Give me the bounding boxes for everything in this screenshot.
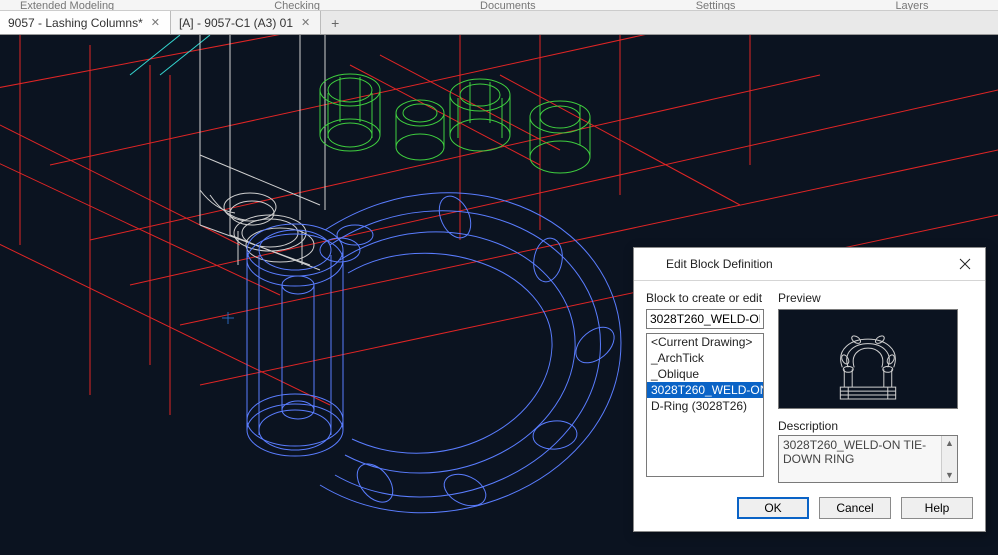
scrollbar[interactable]: ▲ ▼ [941,436,957,482]
tab-label: 9057 - Lashing Columns* [8,16,143,30]
ribbon-label: Documents [480,0,536,10]
document-tab-bar: 9057 - Lashing Columns* ✕ [A] - 9057-C1 … [0,10,998,35]
close-button[interactable] [953,254,977,274]
dialog-titlebar[interactable]: Edit Block Definition [634,248,985,281]
add-tab-button[interactable]: + [321,11,349,34]
preview-label: Preview [778,291,973,305]
document-tab[interactable]: 9057 - Lashing Columns* ✕ [0,11,171,34]
dialog-title: Edit Block Definition [666,257,945,271]
ok-button[interactable]: OK [737,497,809,519]
ribbon-label: Layers [895,0,928,10]
block-name-input[interactable] [646,309,764,329]
close-icon[interactable]: ✕ [149,16,162,29]
help-button[interactable]: Help [901,497,973,519]
ribbon-label: Checking [274,0,320,10]
ribbon-label: Extended Modeling [20,0,114,10]
description-field[interactable]: 3028T260_WELD-ON TIE-DOWN RING ▲ ▼ [778,435,958,483]
edit-block-definition-dialog: Edit Block Definition Block to create or… [633,247,986,532]
ribbon-section-labels: Extended Modeling Checking Documents Set… [0,0,998,10]
list-item[interactable]: D-Ring (3028T26) [647,398,763,414]
list-item[interactable]: _ArchTick [647,350,763,366]
cancel-button[interactable]: Cancel [819,497,891,519]
block-list[interactable]: <Current Drawing> _ArchTick _Oblique 302… [646,333,764,477]
plus-icon: + [331,15,339,31]
document-tab[interactable]: [A] - 9057-C1 (A3) 01 ✕ [171,11,321,34]
block-preview [778,309,958,409]
close-icon[interactable]: ✕ [299,16,312,29]
description-label: Description [778,419,973,433]
scroll-up-icon[interactable]: ▲ [942,436,957,450]
autocad-icon [642,256,658,272]
close-icon [959,258,971,270]
dialog-button-row: OK Cancel Help [634,487,985,531]
tab-label: [A] - 9057-C1 (A3) 01 [179,16,293,30]
scroll-down-icon[interactable]: ▼ [942,468,957,482]
ribbon-label: Settings [696,0,736,10]
block-to-edit-label: Block to create or edit [646,291,766,305]
description-text: 3028T260_WELD-ON TIE-DOWN RING [783,438,926,466]
list-item[interactable]: 3028T260_WELD-ON T [647,382,763,398]
list-item[interactable]: <Current Drawing> [647,334,763,350]
list-item[interactable]: _Oblique [647,366,763,382]
